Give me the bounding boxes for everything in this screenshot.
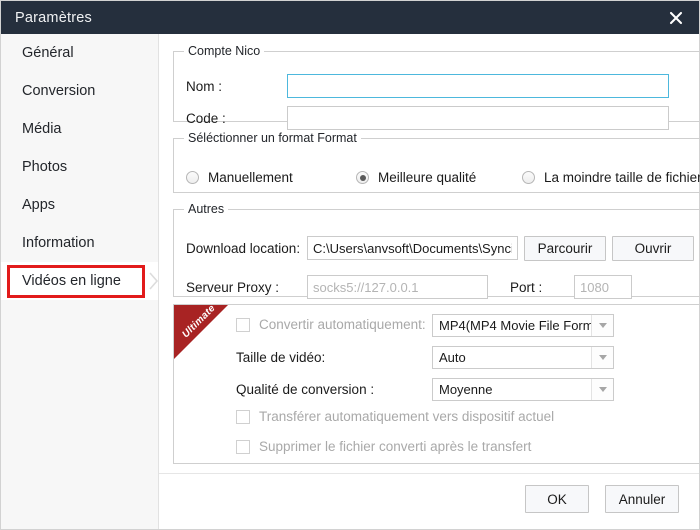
delete-after-transfer-checkbox[interactable]: Supprimer le fichier converti après le t… xyxy=(236,439,531,454)
auto-transfer-checkbox[interactable]: Transférer automatiquement vers disposit… xyxy=(236,409,554,424)
format-group-legend: Séléctionner un format Format xyxy=(188,131,357,145)
close-button[interactable] xyxy=(653,1,699,34)
quality-label: Qualité de conversion : xyxy=(236,382,375,397)
sidebar-item-label: Apps xyxy=(22,197,56,213)
radio-label: Meilleure qualité xyxy=(378,170,477,185)
format-select[interactable]: MP4(MP4 Movie File Format) xyxy=(432,314,614,337)
port-label: Port : xyxy=(510,280,543,295)
download-location-label: Download location: xyxy=(186,241,301,256)
checkbox-icon xyxy=(236,409,250,424)
name-label: Nom : xyxy=(186,79,223,94)
window-title: Paramètres xyxy=(15,9,92,26)
account-group: Compte Nico Nom : Code : xyxy=(173,44,700,130)
sidebar-item-information[interactable]: Information xyxy=(1,224,158,262)
sidebar-item-general[interactable]: Général xyxy=(1,34,158,72)
chevron-down-icon xyxy=(591,379,613,400)
auto-convert-checkbox[interactable]: Convertir automatiquement: xyxy=(236,317,426,332)
radio-label: La moindre taille de fichier xyxy=(544,170,700,185)
settings-dialog: Paramètres Général Conversion Média Phot… xyxy=(0,0,700,530)
sidebar-item-apps[interactable]: Apps xyxy=(1,186,158,224)
checkbox-icon xyxy=(236,439,250,454)
sidebar-item-videos-en-ligne[interactable]: Vidéos en ligne xyxy=(1,262,158,300)
video-size-select[interactable]: Auto xyxy=(432,346,614,369)
chevron-down-icon xyxy=(591,347,613,368)
cancel-button[interactable]: Annuler xyxy=(605,485,679,513)
ribbon-triangle xyxy=(174,305,228,359)
sidebar: Général Conversion Média Photos Apps Inf… xyxy=(1,34,159,529)
proxy-input[interactable] xyxy=(307,275,488,299)
sidebar-item-media[interactable]: Média xyxy=(1,110,158,148)
quality-select[interactable]: Moyenne xyxy=(432,378,614,401)
auto-transfer-label: Transférer automatiquement vers disposit… xyxy=(259,409,555,424)
radio-icon xyxy=(186,171,199,184)
ok-button[interactable]: OK xyxy=(525,485,589,513)
checkbox-icon xyxy=(236,317,250,332)
quality-select-value: Moyenne xyxy=(439,382,493,397)
proxy-label: Serveur Proxy : xyxy=(186,280,280,295)
format-select-value: MP4(MP4 Movie File Format) xyxy=(439,318,591,333)
sidebar-item-photos[interactable]: Photos xyxy=(1,148,158,186)
sidebar-item-label: Média xyxy=(22,121,62,137)
content-panel: Compte Nico Nom : Code : Séléctionner un… xyxy=(159,34,700,529)
others-group: Autres Download location: Parcourir Ouvr… xyxy=(173,202,700,299)
ribbon-label: Ultimate xyxy=(180,305,218,341)
radio-label: Manuellement xyxy=(208,170,293,185)
footer-separator xyxy=(159,473,699,474)
download-location-input[interactable] xyxy=(307,236,518,260)
port-input[interactable] xyxy=(574,275,632,299)
radio-meilleure-qualite[interactable]: Meilleure qualité xyxy=(356,170,476,185)
auto-convert-label: Convertir automatiquement: xyxy=(259,317,426,332)
close-icon xyxy=(669,11,683,24)
delete-after-transfer-label: Supprimer le fichier converti après le t… xyxy=(259,439,532,454)
video-size-select-value: Auto xyxy=(439,350,466,365)
browse-button[interactable]: Parcourir xyxy=(524,236,606,261)
radio-icon xyxy=(522,171,535,184)
sidebar-item-conversion[interactable]: Conversion xyxy=(1,72,158,110)
sidebar-item-label: Général xyxy=(22,45,74,61)
dialog-body: Général Conversion Média Photos Apps Inf… xyxy=(1,34,700,529)
ultimate-ribbon: Ultimate xyxy=(174,305,228,359)
chevron-down-icon xyxy=(591,315,613,336)
video-size-label: Taille de vidéo: xyxy=(236,350,326,365)
open-button[interactable]: Ouvrir xyxy=(612,236,694,261)
radio-moindre-taille[interactable]: La moindre taille de fichier xyxy=(522,170,700,185)
code-input[interactable] xyxy=(287,106,669,130)
sidebar-item-label: Vidéos en ligne xyxy=(22,273,121,289)
sidebar-item-label: Conversion xyxy=(22,83,96,99)
account-group-legend: Compte Nico xyxy=(188,44,261,58)
sidebar-item-label: Information xyxy=(22,235,95,251)
others-group-legend: Autres xyxy=(188,202,225,216)
radio-icon xyxy=(356,171,369,184)
title-bar: Paramètres xyxy=(1,1,699,34)
name-input[interactable] xyxy=(287,74,669,98)
conversion-group: Ultimate Convertir automatiquement: MP4(… xyxy=(173,304,700,464)
code-label: Code : xyxy=(186,111,226,126)
format-group: Séléctionner un format Format Manuelleme… xyxy=(173,131,700,193)
radio-manuellement[interactable]: Manuellement xyxy=(186,170,293,185)
sidebar-item-label: Photos xyxy=(22,159,68,175)
